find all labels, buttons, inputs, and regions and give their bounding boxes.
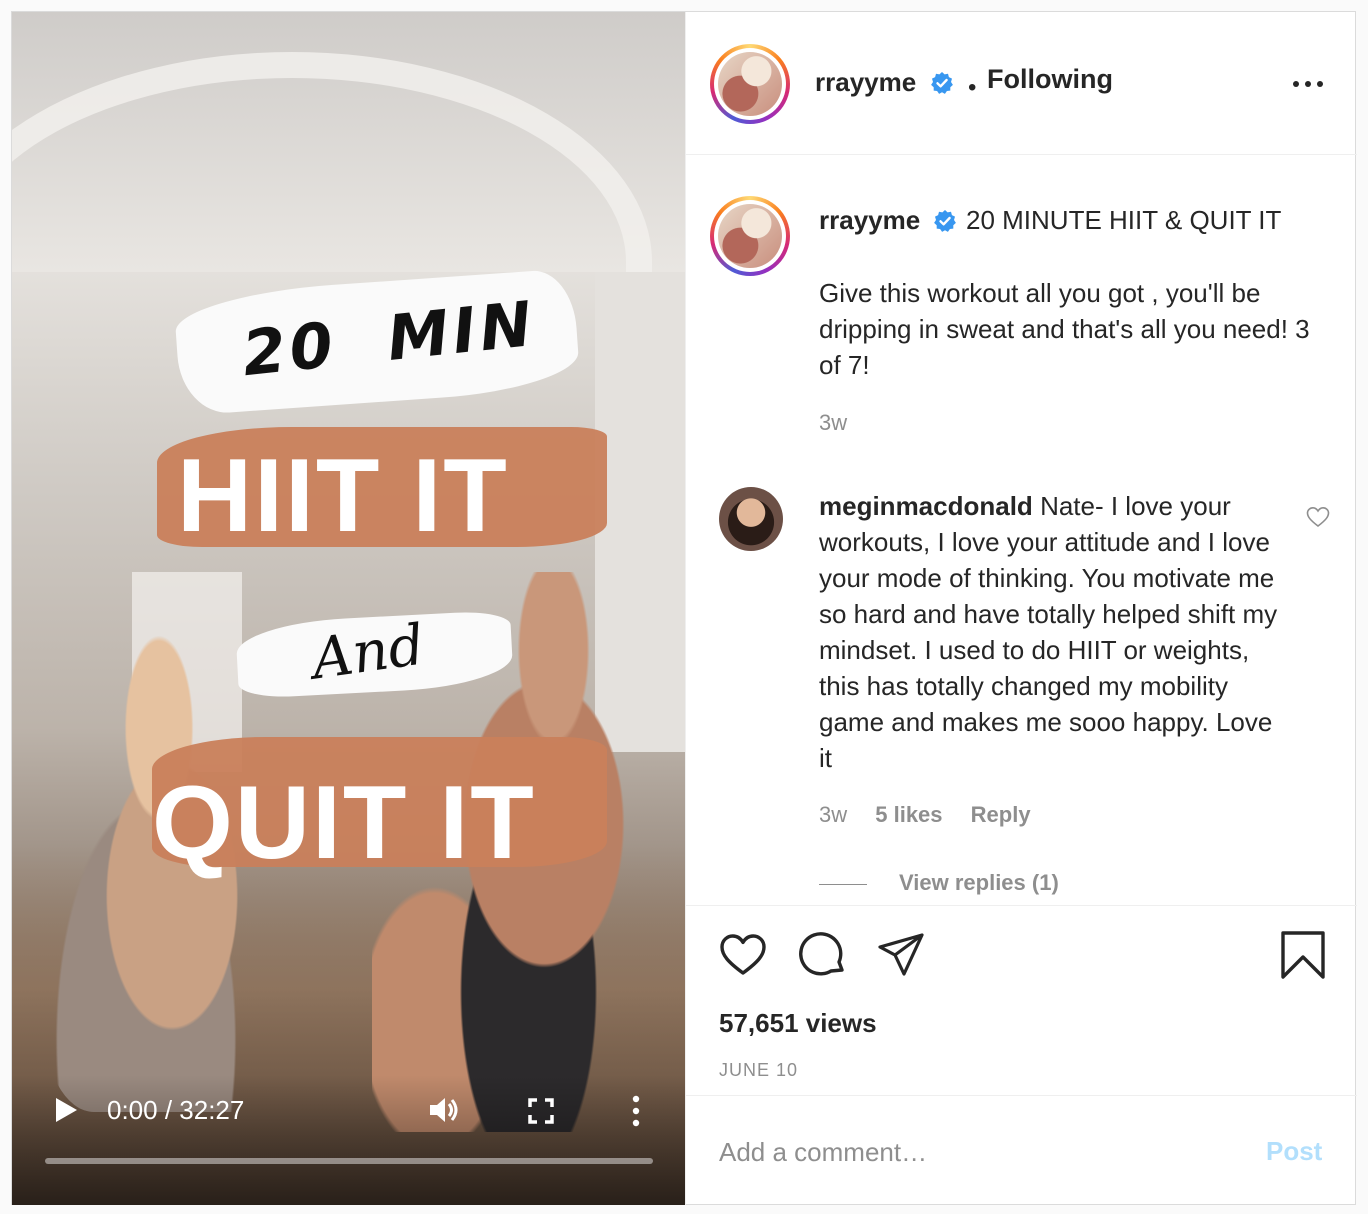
comment-username[interactable]: meginmacdonald [819, 491, 1033, 521]
post-comment-button[interactable]: Post [1266, 1136, 1322, 1167]
comment-likes[interactable]: 5 likes [875, 802, 942, 827]
video-progress-bar[interactable] [45, 1158, 653, 1164]
view-count[interactable]: 57,651 views [719, 1008, 877, 1039]
comment-meta: 3w 5 likes Reply [819, 802, 1053, 828]
volume-icon[interactable] [427, 1093, 461, 1127]
video-more-icon[interactable] [626, 1094, 646, 1128]
share-send-icon[interactable] [876, 930, 926, 980]
comment-input[interactable] [719, 1132, 1239, 1172]
video-player[interactable]: 20 MIN HIIT IT And QUIT IT 0:00 / 32:27 [12, 12, 685, 1205]
caption-avatar[interactable] [710, 196, 790, 276]
post-date[interactable]: JUNE 10 [719, 1060, 798, 1081]
caption-body: Give this workout all you got , you'll b… [819, 278, 1310, 380]
post-header: rrayyme • Following [686, 12, 1357, 155]
fullscreen-icon[interactable] [527, 1097, 555, 1125]
like-heart-icon[interactable] [718, 930, 768, 980]
post-actions: 57,651 views JUNE 10 [686, 905, 1357, 1095]
video-time: 0:00 / 32:27 [107, 1095, 245, 1125]
caption-timestamp[interactable]: 3w [819, 410, 847, 436]
caption-username[interactable]: rrayyme [819, 205, 920, 236]
post-side-panel: rrayyme • Following rrayyme 20 MINUTE HI… [685, 12, 1357, 1205]
comment-like-heart-icon[interactable] [1306, 506, 1330, 528]
comment-body: Nate- I love your workouts, I love your … [819, 491, 1278, 773]
view-replies-button[interactable]: View replies (1) [899, 870, 1059, 896]
comment-bubble-icon[interactable] [798, 930, 848, 980]
comment-text-block: meginmacdonald Nate- I love your workout… [819, 488, 1289, 776]
comment-avatar[interactable] [719, 487, 783, 551]
header-separator: • [968, 74, 977, 101]
play-icon[interactable] [50, 1095, 80, 1125]
header-username[interactable]: rrayyme [815, 67, 916, 98]
verified-badge-icon [931, 72, 953, 94]
post-container: 20 MIN HIIT IT And QUIT IT 0:00 / 32:27 [11, 11, 1357, 1205]
caption-title: 20 MINUTE HIIT & QUIT IT [966, 205, 1282, 235]
add-comment-bar: Post [686, 1095, 1357, 1205]
overlay-text-quit-it: QUIT IT [152, 765, 536, 881]
following-button[interactable]: Following [987, 64, 1113, 95]
more-options-icon[interactable] [1290, 74, 1326, 94]
overlay-text-hiit-it: HIIT IT [177, 438, 509, 554]
comment-timestamp[interactable]: 3w [819, 802, 847, 827]
save-bookmark-icon[interactable] [1278, 930, 1328, 980]
header-avatar[interactable] [710, 44, 790, 124]
comment-reply-button[interactable]: Reply [971, 802, 1031, 827]
view-replies-divider [819, 884, 867, 885]
verified-badge-icon [934, 210, 956, 232]
